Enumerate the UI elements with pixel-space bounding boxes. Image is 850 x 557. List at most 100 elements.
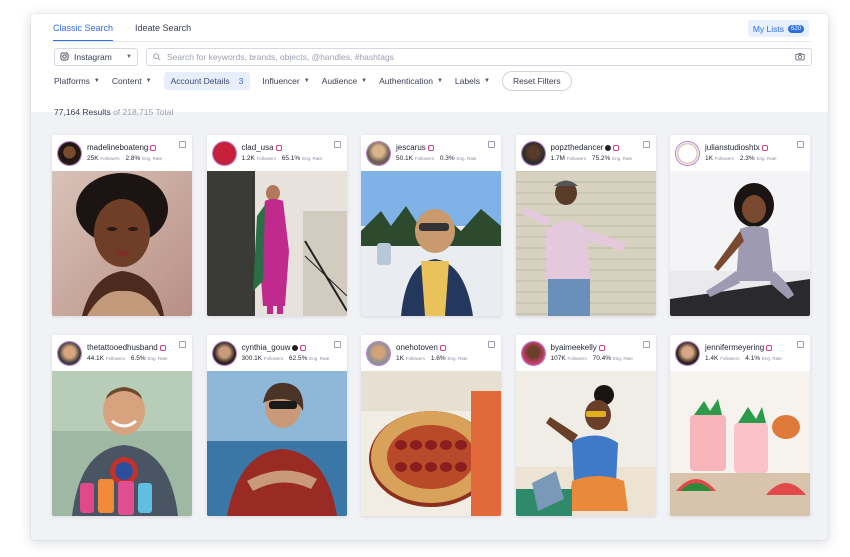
chevron-down-icon: ▼ <box>361 78 368 84</box>
instagram-icon <box>598 344 605 351</box>
select-checkbox[interactable] <box>797 141 804 148</box>
card-username[interactable]: julianstudioshtx <box>705 143 768 152</box>
card-handle: madelineboateng <box>87 143 149 152</box>
card-header: clad_usa 1.2K Followers 65.1% Eng. Rate <box>207 135 347 171</box>
followers-value: 1.2K <box>241 155 255 162</box>
filter-influencer[interactable]: Influencer ▼ <box>262 76 309 86</box>
card-stats: 1K Followers 1.6% Eng. Rate <box>396 355 472 362</box>
select-checkbox[interactable] <box>333 141 341 148</box>
card-username[interactable]: cynthia_gouw <box>242 343 307 352</box>
influencer-card[interactable]: onehotoven 1K Followers 1.6% Eng. Rate <box>361 335 501 516</box>
card-stats: 107K Followers 70.4% Eng. Rate <box>551 355 637 362</box>
avatar[interactable] <box>366 141 391 166</box>
influencer-card[interactable]: madelineboateng 25K Followers 2.8% Eng. … <box>52 135 192 316</box>
post-image[interactable] <box>52 171 192 316</box>
eng-rate-label: Eng. Rate <box>756 156 777 161</box>
platform-select[interactable]: Instagram ▼ <box>54 48 138 66</box>
filter-platforms[interactable]: Platforms ▼ <box>54 76 100 86</box>
influencer-card[interactable]: byaimeekelly 107K Followers 70.4% Eng. R… <box>515 335 656 516</box>
card-handle: jescarus <box>396 143 426 152</box>
influencer-card[interactable]: thetattooedhusband 44.1K Followers 6.5% … <box>52 335 192 516</box>
top-bar: Classic Search Ideate Search My Lists 62… <box>31 14 828 112</box>
select-checkbox[interactable] <box>642 141 650 148</box>
app-window: Classic Search Ideate Search My Lists 62… <box>31 14 828 540</box>
post-image[interactable] <box>52 371 192 516</box>
influencer-card[interactable]: popzthedancer 1.7M Followers 75.2% Eng. … <box>515 135 656 316</box>
avatar[interactable] <box>675 341 700 366</box>
influencer-card[interactable]: clad_usa 1.2K Followers 65.1% Eng. Rate <box>206 135 347 316</box>
avatar[interactable] <box>57 341 82 366</box>
filter-content[interactable]: Content ▼ <box>112 76 152 86</box>
select-checkbox[interactable] <box>333 341 341 348</box>
instagram-icon <box>613 144 620 151</box>
post-image[interactable] <box>670 171 810 316</box>
card-header: thetattooedhusband 44.1K Followers 6.5% … <box>52 335 192 371</box>
card-stats: 25K Followers 2.8% Eng. Rate <box>87 155 166 162</box>
followers-label: Followers <box>720 356 740 361</box>
post-image[interactable] <box>206 371 347 516</box>
influencer-card[interactable]: cynthia_gouw 300.1K Followers 62.5% Eng.… <box>206 335 347 516</box>
post-image[interactable] <box>206 171 347 316</box>
card-stats: 44.1K Followers 6.5% Eng. Rate <box>87 355 172 362</box>
card-header: julianstudioshtx 1K Followers 2.3% Eng. … <box>670 135 810 171</box>
select-checkbox[interactable] <box>797 341 804 348</box>
influencer-card[interactable]: jennifermeyering 1.4K Followers 4.1% Eng… <box>670 335 810 516</box>
card-handle: byaimeekelly <box>550 343 597 352</box>
select-checkbox[interactable] <box>488 141 495 148</box>
card-username[interactable]: thetattooedhusband <box>87 343 166 352</box>
post-image[interactable] <box>361 171 501 316</box>
influencer-card[interactable]: jescarus 50.1K Followers 0.3% Eng. Rate <box>361 135 501 316</box>
influencer-card[interactable]: julianstudioshtx 1K Followers 2.3% Eng. … <box>670 135 810 316</box>
select-checkbox[interactable] <box>642 341 650 348</box>
followers-label: Followers <box>414 156 435 161</box>
card-header: byaimeekelly 107K Followers 70.4% Eng. R… <box>516 335 656 371</box>
card-header: jennifermeyering 1.4K Followers 4.1% Eng… <box>670 335 810 371</box>
post-image[interactable] <box>361 371 501 516</box>
eng-rate-value: 2.8% <box>125 155 141 162</box>
select-checkbox[interactable] <box>179 141 186 148</box>
tab-classic-search[interactable]: Classic Search <box>53 14 114 42</box>
avatar[interactable] <box>211 341 237 366</box>
filter-authentication[interactable]: Authentication ▼ <box>379 76 443 86</box>
card-header: popzthedancer 1.7M Followers 75.2% Eng. … <box>516 135 656 171</box>
my-lists-button[interactable]: My Lists 620 <box>747 20 809 37</box>
post-image[interactable] <box>515 371 656 516</box>
card-username[interactable]: jennifermeyering <box>705 343 773 352</box>
filter-label: Authentication <box>379 76 433 86</box>
post-image[interactable] <box>670 371 810 516</box>
search-input[interactable] <box>167 52 789 62</box>
filter-account-details[interactable]: Account Details 3 <box>163 72 251 90</box>
card-header: madelineboateng 25K Followers 2.8% Eng. … <box>52 135 192 171</box>
reset-filters-button[interactable]: Reset Filters <box>501 71 572 91</box>
card-username[interactable]: onehotoven <box>396 343 446 352</box>
post-image[interactable] <box>515 171 656 316</box>
select-checkbox[interactable] <box>179 341 186 348</box>
filter-label: Platforms <box>54 76 90 86</box>
my-lists-label: My Lists <box>752 23 784 34</box>
followers-label: Followers <box>100 156 120 161</box>
followers-value: 44.1K <box>87 355 104 362</box>
card-username[interactable]: byaimeekelly <box>551 343 605 352</box>
followers-value: 1K <box>396 355 404 362</box>
instagram-icon <box>159 344 166 351</box>
card-username[interactable]: jescarus <box>396 143 434 152</box>
card-username[interactable]: madelineboateng <box>87 143 157 152</box>
card-stats: 1.2K Followers 65.1% Eng. Rate <box>242 155 327 162</box>
avatar[interactable] <box>520 341 546 366</box>
avatar[interactable] <box>675 141 700 166</box>
avatar[interactable] <box>366 341 391 366</box>
card-username[interactable]: clad_usa <box>242 143 282 152</box>
camera-icon[interactable] <box>795 48 805 66</box>
filter-audience[interactable]: Audience ▼ <box>322 76 367 86</box>
card-username[interactable]: popzthedancer <box>551 143 620 152</box>
filter-label: Audience <box>321 76 358 86</box>
avatar[interactable] <box>211 141 237 166</box>
results-count: 77,164 Results <box>54 107 111 117</box>
search-icon <box>153 48 161 66</box>
avatar[interactable] <box>57 141 82 166</box>
select-checkbox[interactable] <box>488 341 495 348</box>
tab-ideate-search[interactable]: Ideate Search <box>135 14 191 42</box>
avatar[interactable] <box>520 141 546 166</box>
filter-labels[interactable]: Labels ▼ <box>455 76 490 86</box>
followers-label: Followers <box>567 356 587 361</box>
